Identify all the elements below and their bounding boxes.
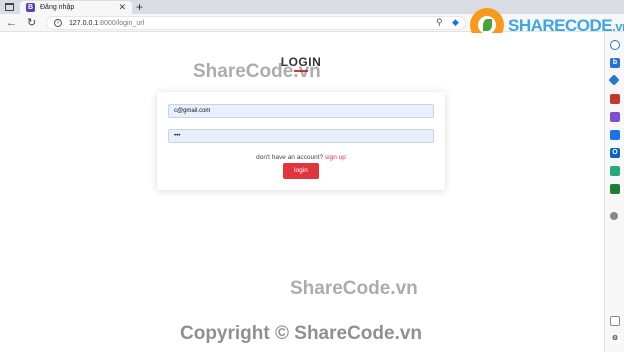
login-card: c@gmail.com ••• don't have an account? s… (157, 92, 445, 190)
watermark-center: ShareCode.vn (193, 61, 321, 82)
signup-link[interactable]: sign up (325, 154, 346, 161)
signup-prompt: don't have an account? (256, 154, 324, 161)
sidebar-search-icon[interactable] (610, 40, 620, 50)
info-icon[interactable]: i (54, 19, 62, 27)
url-path: :8000/login_url (98, 20, 145, 27)
login-button[interactable]: login (283, 163, 319, 179)
watermark-copyright: Copyright © ShareCode.vn (180, 323, 423, 344)
settings-gear-icon[interactable]: ⚙ (610, 334, 620, 344)
refresh-icon[interactable]: ↻ (27, 16, 36, 30)
email-field[interactable]: c@gmail.com (168, 104, 434, 118)
sidebar-collapse-icon[interactable] (610, 316, 620, 326)
sidebar-tools-icon[interactable] (610, 94, 620, 104)
sidebar-office-icon[interactable] (610, 130, 620, 140)
sidebar-tree-icon[interactable] (610, 184, 620, 194)
tag-icon[interactable]: ◆ (452, 17, 459, 28)
browser-sidebar: b O ⚙ (604, 32, 624, 352)
url-text: 127.0.0.1:8000/login_url (69, 19, 144, 28)
watermark-bottom: ShareCode.vn (290, 278, 418, 299)
sidebar-send-icon[interactable] (610, 166, 620, 176)
sidebar-bing-icon[interactable]: b (610, 58, 620, 68)
tab-title: Đăng nhập (40, 4, 75, 11)
signup-line: don't have an account? sign up (157, 154, 445, 162)
sidebar-outlook-icon[interactable]: O (610, 148, 620, 158)
new-tab-icon[interactable]: + (136, 0, 143, 14)
tab-close-icon[interactable]: ✕ (118, 2, 126, 12)
window-menu-icon[interactable] (5, 3, 14, 11)
back-arrow-icon[interactable]: ← (6, 16, 17, 30)
sidebar-add-icon[interactable] (610, 212, 618, 220)
sidebar-shopping-icon[interactable] (608, 74, 620, 86)
tab-favicon-icon: B (26, 3, 35, 12)
url-host: 127.0.0.1 (69, 20, 99, 27)
sidebar-games-icon[interactable] (610, 112, 620, 122)
password-field[interactable]: ••• (168, 129, 434, 143)
tab-login[interactable]: B Đăng nhập ✕ (20, 1, 132, 14)
url-input[interactable]: i 127.0.0.1:8000/login_url (46, 16, 466, 30)
search-icon[interactable]: ⚲ (436, 17, 443, 28)
